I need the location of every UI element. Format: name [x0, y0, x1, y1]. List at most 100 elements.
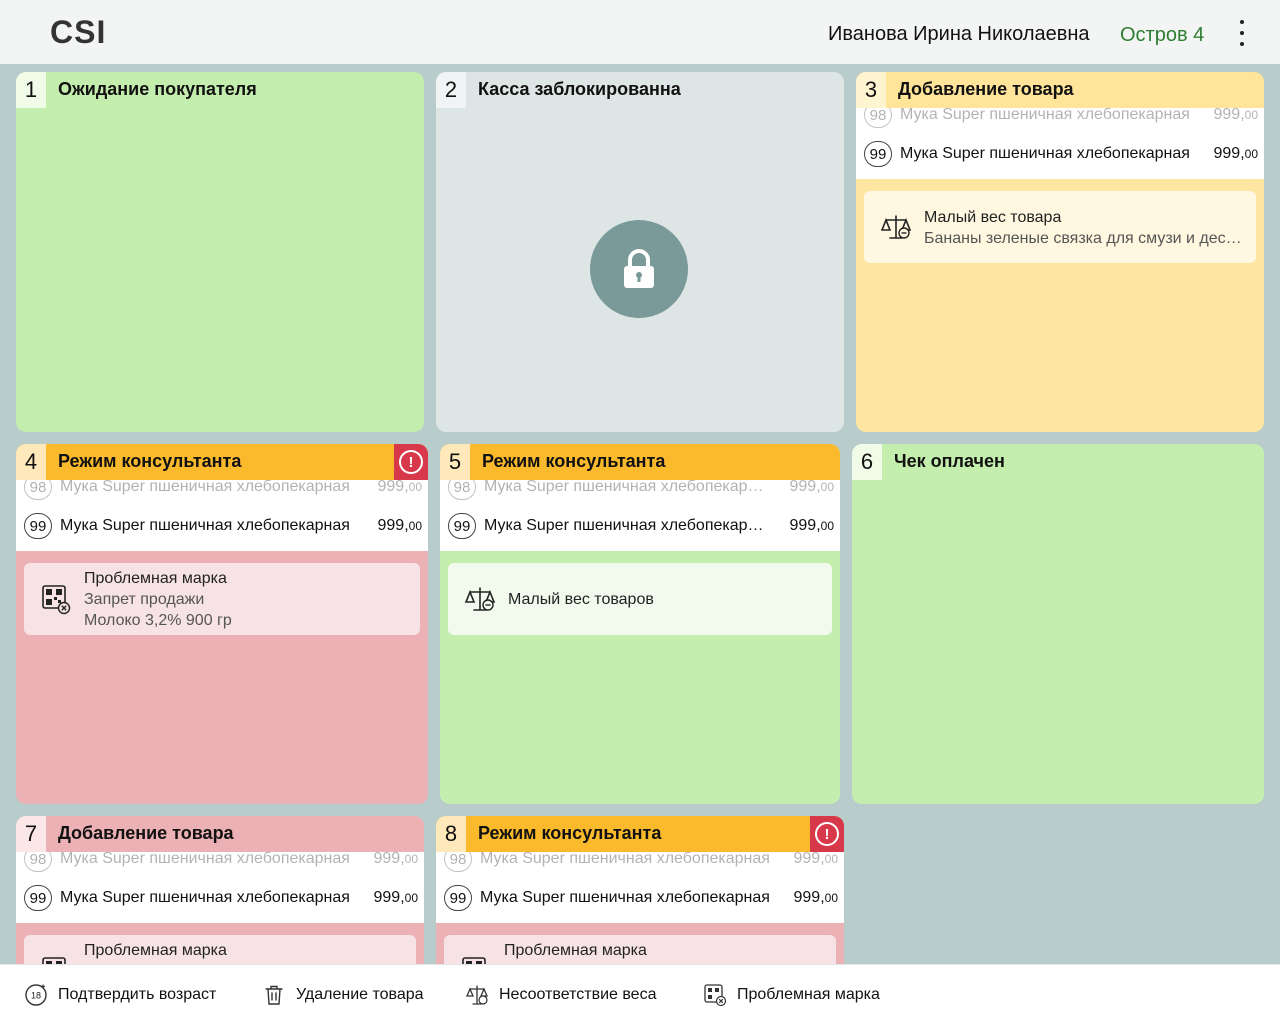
tile-header: 6 Чек оплачен	[852, 444, 1264, 480]
product-price: 999,00	[373, 852, 419, 867]
tile-status: Режим консультанта	[58, 451, 242, 471]
weight-mismatch-button[interactable]: Несоответствие веса	[465, 983, 656, 1007]
tile-number: 1	[16, 72, 46, 108]
tile-number: 2	[436, 72, 466, 108]
quantity-badge: 99	[864, 141, 892, 167]
tile-status: Режим консультанта	[478, 823, 662, 843]
receipt-list[interactable]: 98 Мука Super пшеничная хлебопекарная 99…	[440, 480, 840, 551]
tile-number: 4	[16, 444, 46, 480]
card-title: Малый вес товаров	[508, 591, 654, 608]
tile-status: Добавление товара	[58, 823, 234, 843]
list-item: 98 Мука Super пшеничная хлебопекарная 99…	[440, 480, 840, 505]
scale-icon	[464, 587, 496, 611]
tile-header: 3 Добавление товара	[856, 72, 1264, 108]
tile-status: Чек оплачен	[894, 451, 1005, 471]
product-price: 999,00	[373, 889, 419, 906]
tile-header: 8 Режим консультанта !	[436, 816, 844, 852]
quantity-badge: 98	[24, 852, 52, 872]
confirm-age-button[interactable]: 18 Подтвердить возраст	[24, 983, 216, 1007]
product-name: Мука Super пшеничная хлебопекарная	[480, 889, 770, 906]
checkout-tile-3[interactable]: 3 Добавление товара 98 Мука Super пшенич…	[856, 72, 1264, 432]
quantity-badge: 99	[444, 885, 472, 911]
receipt-list[interactable]: 98 Мука Super пшеничная хлебопекарная 99…	[436, 852, 844, 923]
action-label: Удаление товара	[296, 986, 424, 1003]
product-price: 999,00	[793, 852, 839, 867]
tile-status: Касса заблокированна	[478, 79, 681, 99]
product-name: Мука Super пшеничная хлебопекарная	[900, 145, 1190, 162]
product-name: Мука Super пшеничная хлебопекарная	[900, 108, 1190, 123]
island-label[interactable]: Остров 4	[1120, 24, 1204, 47]
checkout-tile-7[interactable]: 7 Добавление товара 98 Мука Super пшенич…	[16, 816, 424, 976]
product-price: 999,00	[789, 517, 835, 534]
svg-text:18: 18	[31, 991, 41, 1001]
card-title: Проблемная марка	[504, 942, 647, 959]
checkout-tile-8[interactable]: 8 Режим консультанта ! 98 Мука Super пше…	[436, 816, 844, 976]
bottom-action-bar: 18 Подтвердить возраст Удаление товара Н…	[0, 964, 1280, 1024]
scale-icon	[466, 985, 488, 1005]
more-menu-icon[interactable]	[1230, 20, 1254, 46]
quantity-badge: 98	[444, 852, 472, 872]
card-title: Проблемная марка	[84, 942, 227, 959]
checkout-tile-6[interactable]: 6 Чек оплачен	[852, 444, 1264, 804]
receipt-list[interactable]: 98 Мука Super пшеничная хлебопекарная 99…	[16, 480, 428, 551]
tile-status: Добавление товара	[898, 79, 1074, 99]
tile-header: 5 Режим консультанта	[440, 444, 840, 480]
scale-icon	[880, 215, 912, 239]
delete-item-button[interactable]: Удаление товара	[262, 983, 424, 1007]
product-name: Мука Super пшеничная хлебопекарная	[60, 517, 350, 534]
product-name: Мука Super пшеничная хлебопекарная	[484, 480, 772, 495]
lock-icon	[590, 220, 688, 318]
product-price: 999,00	[1213, 108, 1259, 123]
problem-mark-button[interactable]: Проблемная марка	[703, 983, 880, 1007]
card-subtitle: Запрет продажи	[84, 591, 205, 608]
checkout-tile-5[interactable]: 5 Режим консультанта 98 Мука Super пшени…	[440, 444, 840, 804]
product-name: Мука Super пшеничная хлебопекарная	[484, 517, 772, 534]
product-price: 999,00	[789, 480, 835, 495]
action-label: Проблемная марка	[737, 986, 880, 1003]
list-item: 99 Мука Super пшеничная хлебопекарная 99…	[856, 136, 1264, 172]
tile-number: 7	[16, 816, 46, 852]
receipt-list[interactable]: 98 Мука Super пшеничная хлебопекарная 99…	[856, 108, 1264, 179]
product-price: 999,00	[377, 480, 423, 495]
tile-status: Режим консультанта	[482, 451, 666, 471]
receipt-list[interactable]: 98 Мука Super пшеничная хлебопекарная 99…	[16, 852, 424, 923]
operator-name: Иванова Ирина Николаевна	[828, 23, 1090, 45]
tile-number: 3	[856, 72, 886, 108]
top-bar: CSI Иванова Ирина Николаевна Остров 4	[0, 0, 1280, 64]
alert-icon[interactable]: !	[810, 816, 844, 852]
tile-header: 1 Ожидание покупателя	[16, 72, 424, 108]
quantity-badge: 99	[24, 885, 52, 911]
card-title: Проблемная марка	[84, 570, 227, 587]
checkout-tile-1[interactable]: 1 Ожидание покупателя	[16, 72, 424, 432]
alert-icon[interactable]: !	[394, 444, 428, 480]
product-price: 999,00	[1213, 145, 1259, 162]
tile-number: 5	[440, 444, 470, 480]
trash-icon	[265, 985, 283, 1005]
product-name: Мука Super пшеничная хлебопекарная	[60, 480, 350, 495]
list-item: 98 Мука Super пшеничная хлебопекарная 99…	[856, 108, 1264, 133]
list-item: 99 Мука Super пшеничная хлебопекарная 99…	[440, 508, 840, 544]
product-name: Мука Super пшеничная хлебопекарная	[60, 852, 350, 867]
list-item: 99 Мука Super пшеничная хлебопекарная 99…	[16, 508, 428, 544]
tile-header: 7 Добавление товара	[16, 816, 424, 852]
card-subtitle: Бананы зеленые связка для смузи и десерт…	[924, 230, 1242, 247]
qr-code-icon	[704, 984, 727, 1007]
card-title: Малый вес товара	[924, 209, 1062, 226]
event-card[interactable]: Малый вес товаров	[448, 563, 832, 635]
list-item: 98 Мука Super пшеничная хлебопекарная 99…	[16, 480, 428, 505]
checkout-tile-2[interactable]: 2 Касса заблокированна	[436, 72, 844, 432]
product-name: Мука Super пшеничная хлебопекарная	[480, 852, 770, 867]
list-item: 99 Мука Super пшеничная хлебопекарная 99…	[436, 880, 844, 916]
tile-number: 6	[852, 444, 882, 480]
quantity-badge: 99	[24, 513, 52, 539]
qr-code-icon	[42, 585, 71, 615]
list-item: 98 Мука Super пшеничная хлебопекарная 99…	[16, 852, 424, 877]
card-product: Молоко 3,2% 900 гр	[84, 612, 232, 629]
event-card[interactable]: Малый вес товара Бананы зеленые связка д…	[864, 191, 1256, 263]
checkout-tile-4[interactable]: 4 Режим консультанта ! 98 Мука Super пше…	[16, 444, 428, 804]
quantity-badge: 99	[448, 513, 476, 539]
event-card[interactable]: Проблемная марка Запрет продажи Молоко 3…	[24, 563, 420, 635]
action-label: Подтвердить возраст	[58, 986, 217, 1003]
tile-number: 8	[436, 816, 466, 852]
app-logo: CSI	[50, 14, 107, 50]
